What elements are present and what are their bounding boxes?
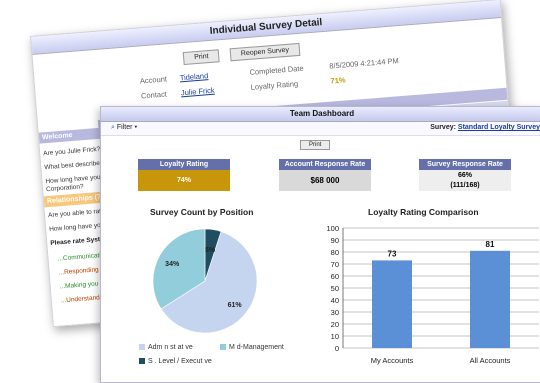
survey-link[interactable]: Standard Loyalty Survey bbox=[458, 124, 540, 131]
y-tick-label: 70 bbox=[331, 260, 339, 269]
y-tick-label: 100 bbox=[326, 224, 339, 233]
dashboard-toolbar: ⌕ Filter ▾ Survey: Standard Loyalty Surv… bbox=[101, 122, 540, 136]
filter-icon: ⌕ bbox=[111, 124, 115, 131]
completed-date-value: 8/5/2009 4:21:44 PM bbox=[328, 56, 400, 71]
legend-item: S . Level / Execut ve bbox=[139, 358, 212, 365]
y-tick-label: 60 bbox=[331, 272, 339, 281]
tile-value: 66% (111/168) bbox=[419, 170, 511, 191]
bar-chart-title: Loyalty Rating Comparison bbox=[368, 207, 479, 217]
bar-chart: 0 10 20 30 40 50 60 70 80 90 100 73 My Accounts 81 All… bbox=[326, 224, 539, 365]
tile-value-percent: 66% bbox=[457, 172, 472, 179]
dashboard-title: Team Dashboard bbox=[101, 107, 540, 122]
legend-swatch bbox=[220, 344, 226, 351]
tile-header: Account Response Rate bbox=[279, 159, 371, 170]
loyalty-rating-tile: Loyalty Rating 74% bbox=[138, 159, 230, 191]
print-button[interactable]: Print bbox=[182, 49, 221, 66]
loyalty-rating-value: 71% bbox=[330, 75, 346, 86]
y-tick-label: 40 bbox=[331, 296, 339, 305]
loyalty-rating-label: Loyalty Rating bbox=[250, 79, 299, 92]
pie-chart-title: Survey Count by Position bbox=[150, 207, 254, 217]
legend-label: S . Level / Execut ve bbox=[148, 358, 212, 365]
pie-data-label: 5% bbox=[205, 247, 216, 254]
y-tick-label: 30 bbox=[331, 308, 339, 317]
legend-label: Adm n st at ve bbox=[148, 344, 193, 351]
tile-header: Survey Response Rate bbox=[419, 159, 511, 170]
legend-label: M d-Management bbox=[229, 344, 284, 351]
x-tick-label: My Accounts bbox=[371, 356, 414, 365]
team-dashboard-window: Team Dashboard ⌕ Filter ▾ Survey: Standa… bbox=[100, 106, 540, 383]
account-link[interactable]: Tideland bbox=[179, 71, 208, 82]
filter-label: Filter bbox=[116, 124, 133, 131]
contact-label: Contact bbox=[140, 89, 168, 101]
y-tick-label: 50 bbox=[331, 284, 339, 293]
legend-swatch bbox=[139, 358, 145, 365]
survey-label: Survey: bbox=[430, 124, 456, 131]
pie-chart: 61% 34% 5% bbox=[152, 228, 258, 334]
tile-value: $68 000 bbox=[279, 170, 371, 191]
pie-data-label: 34% bbox=[165, 261, 180, 268]
tile-value-count: (111/168) bbox=[450, 182, 480, 189]
filter-menu[interactable]: ⌕ Filter ▾ bbox=[111, 124, 137, 132]
legend-swatch bbox=[139, 344, 145, 351]
bar bbox=[470, 250, 510, 348]
bar-data-label: 81 bbox=[486, 240, 495, 249]
print-button[interactable]: Print bbox=[300, 140, 331, 150]
legend-item: Adm n st at ve bbox=[139, 344, 193, 351]
bar-data-label: 73 bbox=[388, 249, 397, 258]
y-tick-label: 90 bbox=[331, 236, 339, 245]
account-label: Account bbox=[139, 74, 168, 86]
contact-link[interactable]: Julie Frick bbox=[181, 86, 215, 98]
tile-header: Loyalty Rating bbox=[138, 159, 230, 170]
y-tick-label: 10 bbox=[331, 332, 339, 341]
survey-selector: Survey: Standard Loyalty Survey bbox=[430, 124, 540, 131]
chevron-down-icon: ▾ bbox=[134, 124, 138, 131]
account-response-rate-tile: Account Response Rate $68 000 bbox=[279, 159, 371, 191]
reopen-survey-button[interactable]: Reopen Survey bbox=[229, 42, 301, 62]
survey-response-rate-tile: Survey Response Rate 66% (111/168) bbox=[419, 159, 511, 191]
tile-value: 74% bbox=[138, 170, 230, 191]
pie-data-label: 61% bbox=[228, 302, 243, 309]
bar bbox=[372, 260, 412, 348]
completed-date-label: Completed Date bbox=[249, 63, 304, 77]
y-tick-label: 20 bbox=[331, 320, 339, 329]
y-tick-label: 0 bbox=[335, 344, 339, 353]
legend-item: M d-Management bbox=[220, 344, 284, 351]
x-tick-label: All Accounts bbox=[470, 356, 511, 365]
y-tick-label: 80 bbox=[331, 248, 339, 257]
